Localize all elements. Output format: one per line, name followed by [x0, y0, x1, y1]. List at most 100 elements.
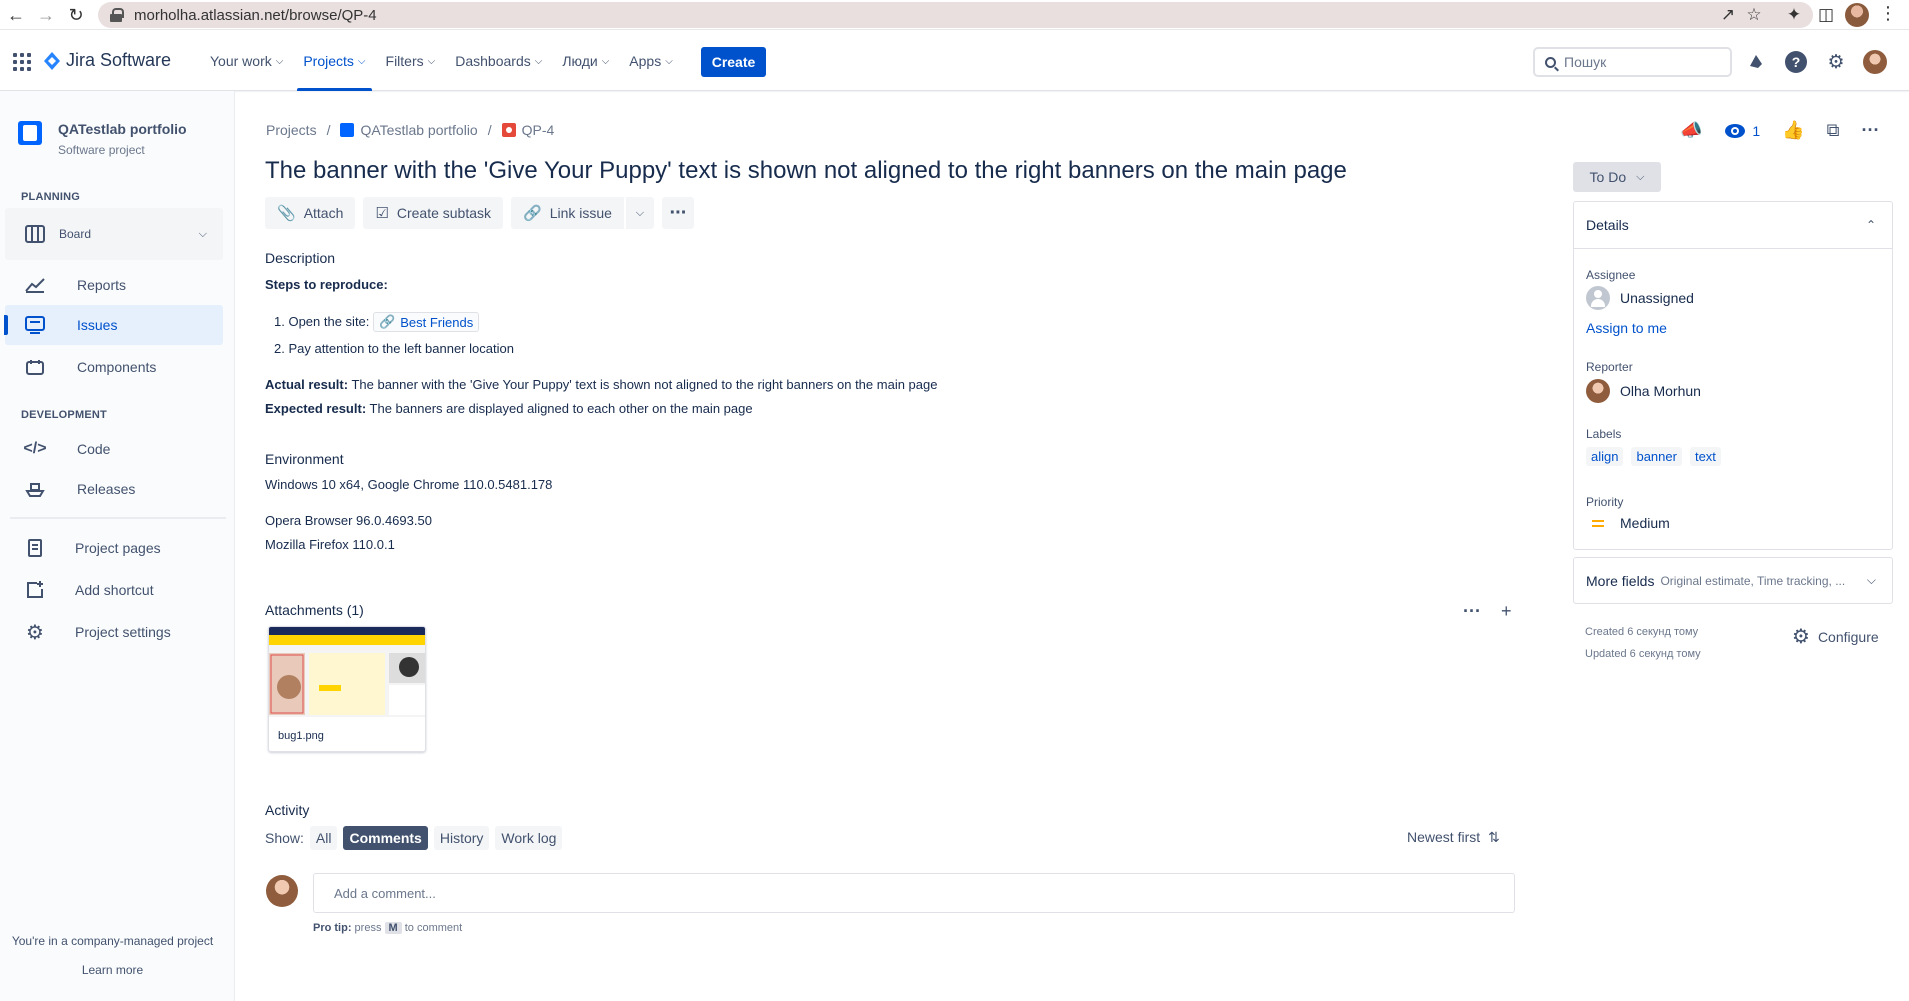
attachments-heading: Attachments (1) — [265, 602, 364, 618]
project-header[interactable]: QATestlab portfolio Software project — [18, 121, 187, 157]
keyboard-key-m: M — [384, 922, 402, 934]
thumbs-up-icon[interactable]: 👍 — [1782, 120, 1804, 141]
details-header[interactable]: Details ⌃ — [1574, 202, 1892, 249]
browser-menu-icon[interactable]: ⋮ — [1879, 3, 1897, 24]
label-chip[interactable]: text — [1689, 447, 1721, 466]
sidebar-item-add-shortcut[interactable]: Add shortcut — [5, 570, 223, 610]
configure-button[interactable]: ⚙ Configure — [1792, 624, 1879, 649]
help-icon[interactable]: ? — [1783, 49, 1809, 75]
reporter-field[interactable]: Olha Morhun — [1586, 379, 1701, 403]
status-dropdown[interactable]: To Do ⌵ — [1573, 162, 1661, 192]
filter-history[interactable]: History — [433, 826, 490, 850]
issues-icon — [23, 313, 47, 337]
configure-label: Configure — [1817, 628, 1879, 645]
reporter-avatar — [1586, 379, 1610, 403]
details-panel: Details ⌃ Assignee Unassigned Assign to … — [1573, 201, 1893, 550]
watch-button[interactable]: 1 — [1724, 123, 1760, 139]
more-actions-button[interactable]: ··· — [661, 197, 694, 229]
bookmark-star-icon[interactable]: ☆ — [1742, 3, 1766, 27]
learn-more-link[interactable]: Learn more — [0, 963, 225, 977]
reload-icon[interactable]: ↻ — [62, 1, 90, 29]
sort-order-button[interactable]: Newest first ⇅ — [1407, 829, 1500, 846]
chevron-down-icon: ⌵ — [357, 55, 366, 67]
labels-field[interactable]: align banner text — [1586, 447, 1721, 466]
app-switcher-icon[interactable] — [13, 53, 31, 71]
show-label: Show: — [265, 830, 304, 846]
details-heading: Details — [1586, 217, 1629, 233]
sidebar-item-releases[interactable]: Releases — [5, 469, 223, 509]
link-issue-button[interactable]: 🔗 Link issue — [511, 197, 624, 229]
extensions-icon[interactable]: ✦ — [1782, 3, 1806, 27]
link-issue-group: 🔗 Link issue ⌵ — [511, 197, 654, 229]
browser-profile-avatar[interactable] — [1845, 3, 1869, 27]
filter-all[interactable]: All — [309, 826, 338, 850]
sidebar-item-components[interactable]: Components — [5, 347, 223, 387]
forward-icon[interactable]: → — [32, 1, 60, 29]
updated-timestamp: Updated 6 секунд тому — [1585, 648, 1701, 660]
more-horizontal-icon[interactable]: ··· — [1862, 120, 1880, 141]
user-avatar[interactable] — [1863, 50, 1887, 74]
add-icon[interactable]: + — [1501, 601, 1512, 622]
nav-filters[interactable]: Filters ⌵ — [376, 31, 446, 91]
pro-tip-rest: to comment — [401, 922, 463, 934]
attachment-card[interactable]: bug1.png — [268, 626, 426, 752]
link-issue-dropdown[interactable]: ⌵ — [625, 197, 654, 229]
paperclip-icon: 📎 — [277, 205, 296, 222]
nav-your-work[interactable]: Your work ⌵ — [200, 31, 293, 91]
sidebar-item-board[interactable]: Board ⌵ — [5, 208, 223, 260]
nav-projects[interactable]: Projects ⌵ — [293, 31, 375, 91]
settings-gear-icon: ⚙ — [26, 621, 44, 644]
sidebar-item-project-settings[interactable]: ⚙ Project settings — [5, 612, 223, 652]
create-subtask-button[interactable]: ☑ Create subtask — [363, 197, 504, 229]
sidebar-divider — [10, 517, 226, 519]
nav-your-work-label: Your work — [210, 53, 272, 69]
address-bar[interactable]: morholha.atlassian.net/browse/QP-4 — [98, 2, 1813, 28]
labels-label: Labels — [1586, 427, 1622, 441]
share-icon[interactable]: ⧉ — [1827, 120, 1840, 141]
priority-field[interactable]: Medium — [1586, 515, 1670, 531]
jira-logo[interactable]: Jira Software — [44, 50, 171, 71]
browser-toolbar: ← → ↻ morholha.atlassian.net/browse/QP-4… — [0, 0, 1909, 30]
project-avatar-icon — [18, 121, 42, 145]
label-chip[interactable]: banner — [1631, 447, 1682, 466]
comment-input[interactable]: Add a comment... — [313, 873, 1515, 913]
breadcrumb-projects[interactable]: Projects — [266, 122, 317, 138]
breadcrumb-issue-key[interactable]: QP-4 — [501, 122, 554, 138]
best-friends-link[interactable]: 🔗 Best Friends — [373, 312, 480, 332]
sidebar-item-project-pages[interactable]: Project pages — [5, 528, 223, 568]
more-fields-panel[interactable]: More fields Original estimate, Time trac… — [1573, 557, 1893, 604]
nav-people[interactable]: Люди ⌵ — [552, 31, 619, 91]
issue-title[interactable]: The banner with the 'Give Your Puppy' te… — [265, 157, 1347, 185]
filter-work-log[interactable]: Work log — [495, 826, 563, 850]
environment-heading: Environment — [265, 451, 344, 467]
assign-to-me-link[interactable]: Assign to me — [1586, 320, 1667, 336]
back-icon[interactable]: ← — [2, 1, 30, 29]
chevron-down-icon[interactable]: ⌵ — [199, 228, 207, 241]
search-input[interactable]: Пошук — [1533, 47, 1732, 77]
priority-medium-icon — [1586, 519, 1610, 527]
nav-dashboards[interactable]: Dashboards ⌵ — [445, 31, 552, 91]
create-button[interactable]: Create — [701, 47, 766, 77]
sidebar-item-releases-label: Releases — [77, 481, 136, 497]
notifications-icon[interactable] — [1743, 49, 1769, 75]
breadcrumb-project[interactable]: QATestlab portfolio — [340, 122, 478, 138]
label-chip[interactable]: align — [1586, 447, 1624, 466]
megaphone-icon[interactable]: 📣 — [1680, 120, 1702, 141]
settings-gear-icon[interactable]: ⚙ — [1823, 49, 1849, 75]
sidepanel-icon[interactable]: ◫ — [1814, 3, 1838, 27]
sidebar-item-issues[interactable]: Issues — [4, 305, 223, 345]
sort-icon: ⇅ — [1488, 829, 1500, 845]
more-horizontal-icon[interactable]: ··· — [1463, 601, 1481, 622]
nav-apps[interactable]: Apps ⌵ — [619, 31, 683, 91]
chevron-down-icon: ⌵ — [275, 55, 284, 67]
sidebar-item-project-pages-label: Project pages — [75, 540, 161, 556]
actual-result-label: Actual result: — [265, 377, 349, 392]
sidebar-item-code[interactable]: </> Code — [5, 429, 223, 469]
share-page-icon[interactable]: ↗ — [1716, 3, 1740, 27]
filter-comments[interactable]: Comments — [343, 826, 428, 850]
primary-nav: Your work ⌵ Projects ⌵ Filters ⌵ Dashboards… — [200, 31, 683, 91]
sidebar-item-reports[interactable]: Reports — [5, 265, 223, 305]
assignee-field[interactable]: Unassigned — [1586, 286, 1694, 310]
attach-button[interactable]: 📎 Attach — [265, 197, 356, 229]
sidebar-item-project-settings-label: Project settings — [75, 624, 171, 640]
